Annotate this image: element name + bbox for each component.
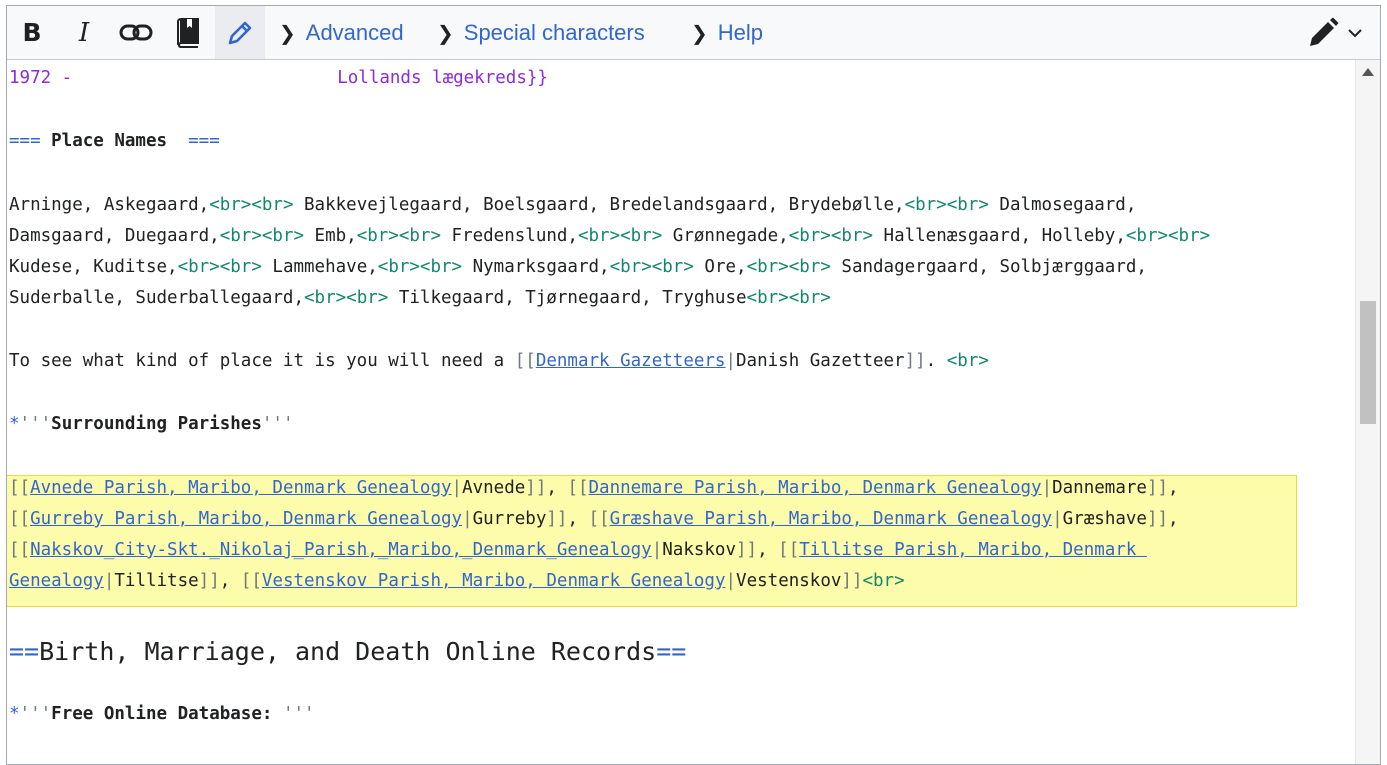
editor-line: Suderballe, Suderballegaard,<br><br> Til… (9, 288, 831, 308)
tab-special-characters[interactable]: ❯ Special characters (437, 6, 645, 59)
parish-link[interactable]: Genealogy (9, 571, 104, 591)
book-icon (177, 17, 199, 48)
section-heading: === Place Names === (9, 131, 220, 151)
editor-line: Genealogy|Tillitse]], [[Vestenskov Paris… (9, 571, 905, 591)
editor-line: Arninge, Askegaard,<br><br> Bakkevejlega… (9, 195, 1137, 215)
parish-link[interactable]: Gurreby Parish, Maribo, Denmark Genealog… (30, 509, 462, 529)
chevron-right-icon: ❯ (279, 20, 296, 45)
scroll-up-arrow-icon[interactable] (1362, 68, 1374, 76)
editor-line: [[Avnede Parish, Maribo, Denmark Genealo… (9, 478, 1190, 498)
editor-toolbar: B I ❯ Advanced ❯ Special characters ❯ Help (7, 6, 1380, 60)
italic-button[interactable]: I (59, 6, 109, 59)
bold-button[interactable]: B (7, 6, 57, 59)
gazetteer-link[interactable]: Denmark Gazetteers (536, 351, 726, 371)
chevron-right-icon: ❯ (437, 20, 454, 45)
parish-link[interactable]: Dannemare Parish, Maribo, Denmark Geneal… (589, 478, 1042, 498)
pencil-icon (228, 21, 252, 44)
tab-help[interactable]: ❯ Help (691, 6, 763, 59)
chevron-right-icon: ❯ (691, 20, 708, 45)
editor-line: Kudese, Kuditse,<br><br> Lammehave,<br><… (9, 257, 1147, 277)
tab-advanced[interactable]: ❯ Advanced (279, 6, 404, 59)
link-icon (119, 24, 153, 40)
parish-link[interactable]: Græshave Parish, Maribo, Denmark Genealo… (610, 509, 1053, 529)
level2-heading: ==Birth, Marriage, and Death Online Reco… (9, 637, 687, 666)
link-button[interactable] (111, 6, 161, 59)
editor-line: Damsgaard, Duegaard,<br><br> Emb,<br><br… (9, 226, 1211, 246)
surrounding-parishes-line: *'''Surrounding Parishes''' (9, 414, 294, 434)
edit-pencil-icon (1310, 17, 1339, 46)
editor-line: 1972 - Lollands lægekreds}} (9, 68, 548, 88)
editing-mode-dropdown[interactable] (1300, 6, 1370, 59)
parish-link[interactable]: Vestenskov Parish, Maribo, Denmark Genea… (262, 571, 726, 591)
editor-frame: B I ❯ Advanced ❯ Special characters ❯ Help … (6, 5, 1381, 765)
scrollbar-thumb[interactable] (1360, 301, 1376, 424)
vertical-scrollbar[interactable] (1355, 60, 1380, 764)
editor-line: To see what kind of place it is you will… (9, 351, 989, 371)
wikitext-editor[interactable]: 1972 - Lollands lægekreds}} === Place Nam… (7, 60, 1358, 764)
chevron-down-icon (1348, 28, 1362, 37)
parish-link[interactable]: Nakskov_City-Skt._Nikolaj_Parish,_Maribo… (30, 540, 652, 560)
parish-link[interactable]: Tillitse Parish, Maribo, Denmark (799, 540, 1147, 560)
free-database-line: *'''Free Online Database: ''' (9, 704, 315, 724)
editor-line: [[Gurreby Parish, Maribo, Denmark Geneal… (9, 509, 1190, 529)
parish-link[interactable]: Avnede Parish, Maribo, Denmark Genealogy (30, 478, 451, 498)
cite-button[interactable] (163, 6, 213, 59)
editor-line: [[Nakskov_City-Skt._Nikolaj_Parish,_Mari… (9, 540, 1147, 560)
highlight-button[interactable] (215, 6, 265, 59)
